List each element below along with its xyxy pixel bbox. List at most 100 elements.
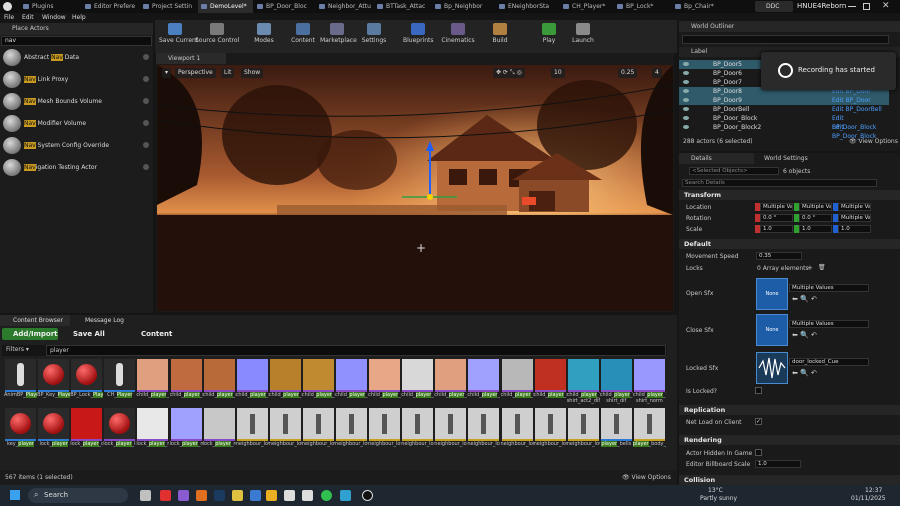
tab-2[interactable]: Project Settin: [140, 0, 197, 13]
tab-6[interactable]: BTTask_Attac: [374, 0, 431, 13]
help-icon[interactable]: [143, 76, 149, 82]
locked-sfx-dropdown[interactable]: door_locked_Cue: [789, 358, 869, 366]
opera-icon[interactable]: [160, 490, 171, 501]
place-actor-item[interactable]: Nav Mesh Bounds Volume: [0, 91, 153, 112]
close-sfx-browse-icon[interactable]: ⬅ 🔍 ↶: [792, 331, 817, 339]
clock-date[interactable]: 01/11/2025: [851, 495, 886, 502]
content-view-options-button[interactable]: 👁 View Options: [622, 470, 671, 485]
asset-tile[interactable]: neighbour_lowpoly_Anim_nio_WOOD: [534, 408, 567, 463]
default-section[interactable]: Default: [679, 239, 900, 249]
camera-speed-value[interactable]: 4: [652, 68, 662, 78]
asset-tile[interactable]: neighbour_lowpoly_Anim_basis_WOOD: [269, 408, 302, 463]
actor-hidden-checkbox[interactable]: [755, 449, 762, 456]
asset-tile[interactable]: neighbour_lowpoly_Anim_tis_wbfs: [501, 408, 534, 463]
asset-tile[interactable]: lock_player_met: [136, 408, 169, 463]
location-field[interactable]: Multiple Val: [799, 203, 832, 211]
visibility-eye-icon[interactable]: [683, 80, 689, 84]
outliner-actor-type[interactable]: Edit BP_DoorBell: [832, 105, 882, 114]
trash-icon[interactable]: 🗑: [818, 264, 826, 271]
tab-9[interactable]: CH_Player*: [560, 0, 613, 13]
unreal-logo-icon[interactable]: [3, 2, 12, 11]
folder-icon[interactable]: [266, 490, 277, 501]
close-sfx-thumbnail[interactable]: None: [756, 314, 788, 346]
level-viewport-scene[interactable]: + ▾ Perspective Lit Show ✥ ⟳ ⤡ ◎ 10 0.25…: [157, 65, 673, 311]
asset-tile[interactable]: child_player_shirt_dif: [302, 359, 335, 414]
location-field[interactable]: Multiple Val: [760, 203, 793, 211]
details-search-input[interactable]: Search Details: [682, 179, 877, 187]
asset-tile[interactable]: child_player_skin_dif: [434, 359, 467, 414]
blueprints-button[interactable]: Blueprints: [403, 22, 434, 52]
viewport-tab[interactable]: Viewport 1: [156, 53, 226, 64]
asset-tile[interactable]: neighbour_lowpoly_Anim_pants: [401, 408, 434, 463]
outliner-actor-type[interactable]: Edit BP_Door_Block: [832, 123, 889, 141]
scale-field[interactable]: 1.0: [799, 225, 832, 233]
asset-tile[interactable]: lock_player: [38, 408, 70, 463]
location-field[interactable]: Multiple Val: [838, 203, 871, 211]
help-icon[interactable]: [143, 120, 149, 126]
asset-tile[interactable]: child_player_skin_rough: [501, 359, 534, 414]
content-button[interactable]: Content: [290, 22, 316, 52]
transform-section[interactable]: Transform: [679, 190, 900, 200]
menu-file[interactable]: File: [4, 13, 14, 23]
scale-label[interactable]: Scale: [686, 226, 702, 233]
asset-tile[interactable]: neighbour_lowpoly_Anim_closes: [302, 408, 335, 463]
content-search-input[interactable]: player: [46, 345, 666, 356]
task-view-icon[interactable]: [140, 490, 151, 501]
open-sfx-browse-icon[interactable]: ⬅ 🔍 ↶: [792, 295, 817, 303]
taskbar-search-box[interactable]: ⌕ Search: [28, 488, 128, 503]
help-icon[interactable]: [143, 164, 149, 170]
place-actor-item[interactable]: Nav Link Proxy: [0, 69, 153, 90]
open-sfx-thumbnail[interactable]: None: [756, 278, 788, 310]
asset-tile[interactable]: lock_player_dif: [70, 408, 103, 463]
weather-temp[interactable]: 13°C: [708, 487, 723, 494]
asset-tile[interactable]: player_bells: [600, 408, 632, 463]
locked-sfx-thumbnail[interactable]: [756, 352, 788, 384]
details-tab[interactable]: Details: [679, 153, 754, 164]
asset-tile[interactable]: BP_Key_Player: [37, 359, 71, 414]
github-icon[interactable]: [302, 490, 313, 501]
help-icon[interactable]: [143, 142, 149, 148]
menu-edit[interactable]: Edit: [22, 13, 34, 23]
file-explorer-icon[interactable]: [232, 490, 243, 501]
asset-tile[interactable]: child_player_T-shirt_dif: [600, 359, 633, 414]
collision-section[interactable]: Collision: [679, 475, 900, 485]
visibility-eye-icon[interactable]: [683, 107, 689, 111]
close-sfx-dropdown[interactable]: Multiple Values: [789, 320, 869, 328]
windows-start-icon[interactable]: [10, 490, 20, 500]
place-actor-item[interactable]: Abstract Nav Data: [0, 47, 153, 68]
tab-7[interactable]: Bp_Neighbor: [432, 0, 494, 13]
help-icon[interactable]: [143, 98, 149, 104]
source-control-button[interactable]: Source Control: [195, 22, 239, 52]
build-button[interactable]: Build: [488, 22, 512, 52]
outliner-row[interactable]: BP_DoorBell Edit BP_DoorBell: [679, 105, 889, 114]
asset-tile[interactable]: child_player_skin_sss: [534, 359, 567, 414]
message-log-tab[interactable]: Message Log: [72, 315, 132, 326]
settings-icon[interactable]: [284, 490, 295, 501]
clock-time[interactable]: 12:37: [865, 487, 882, 494]
filters-button[interactable]: Filters ▾: [6, 346, 29, 353]
help-icon[interactable]: [143, 54, 149, 60]
settings-button[interactable]: Settings: [360, 22, 388, 52]
tab-3[interactable]: DemoLevel*: [198, 0, 253, 13]
asset-tile[interactable]: child_player_skin_act2_dif: [368, 359, 401, 414]
replication-section[interactable]: Replication: [679, 405, 900, 415]
asset-tile[interactable]: child_player_shirt_norm: [335, 359, 368, 414]
visibility-eye-icon[interactable]: [683, 125, 689, 129]
rotation-field[interactable]: 0.0 °: [799, 214, 832, 222]
rendering-section[interactable]: Rendering: [679, 435, 900, 445]
play-button[interactable]: Play: [538, 22, 560, 52]
ddc-indicator[interactable]: DDC: [755, 1, 793, 12]
add-import-button[interactable]: Add/Import: [2, 328, 58, 340]
show-button[interactable]: Show: [241, 68, 264, 78]
tab-10[interactable]: BP_Lock*: [614, 0, 671, 13]
billboard-scale-field[interactable]: 1.0: [755, 460, 801, 468]
app2-icon[interactable]: [250, 490, 261, 501]
outliner-search-input[interactable]: [682, 35, 889, 44]
asset-tile[interactable]: child_player_skin_act2_rough: [401, 359, 434, 414]
outliner-actor-type[interactable]: Edit BP_Door: [832, 96, 871, 105]
scale-snap-value[interactable]: 0.25: [618, 68, 638, 78]
steam-icon[interactable]: [214, 490, 225, 501]
asset-tile[interactable]: neighbour_lowpoly_Anim_tis_WOOD: [567, 408, 600, 463]
perspective-button[interactable]: Perspective: [175, 68, 216, 78]
discord-icon[interactable]: [178, 490, 189, 501]
